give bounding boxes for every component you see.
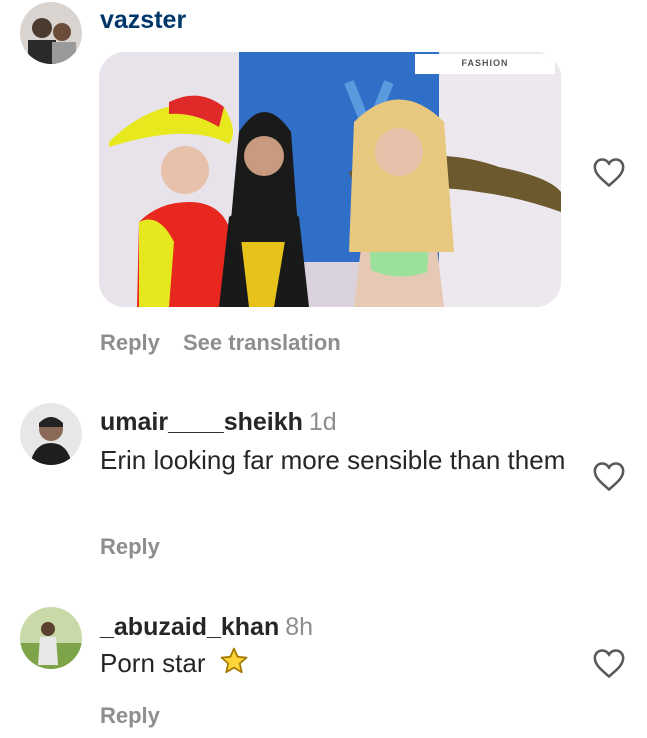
gif-badge: FASHION xyxy=(461,58,509,68)
comment-text: Porn star xyxy=(100,646,570,684)
avatar[interactable] xyxy=(20,607,82,669)
comment-username[interactable]: vazster xyxy=(100,6,186,35)
comment-username[interactable]: _abuzaid_khan 8h xyxy=(100,613,313,642)
avatar[interactable] xyxy=(20,2,82,64)
reply-button[interactable]: Reply xyxy=(100,330,160,356)
like-heart-icon[interactable] xyxy=(592,647,626,679)
see-translation-button[interactable]: See translation xyxy=(183,330,341,356)
comment-username[interactable]: umair____sheikh 1d xyxy=(100,408,337,437)
comment-timestamp: 8h xyxy=(285,613,314,641)
like-heart-icon[interactable] xyxy=(592,156,626,188)
gif-attachment[interactable]: FASHION xyxy=(99,52,561,307)
star-emoji-icon xyxy=(219,646,249,684)
reply-button[interactable]: Reply xyxy=(100,703,160,729)
reply-button[interactable]: Reply xyxy=(100,534,160,560)
like-heart-icon[interactable] xyxy=(592,460,626,492)
comment-text: Erin looking far more sensible than them xyxy=(100,445,566,475)
comment-timestamp: 1d xyxy=(308,408,337,436)
avatar[interactable] xyxy=(20,403,82,465)
